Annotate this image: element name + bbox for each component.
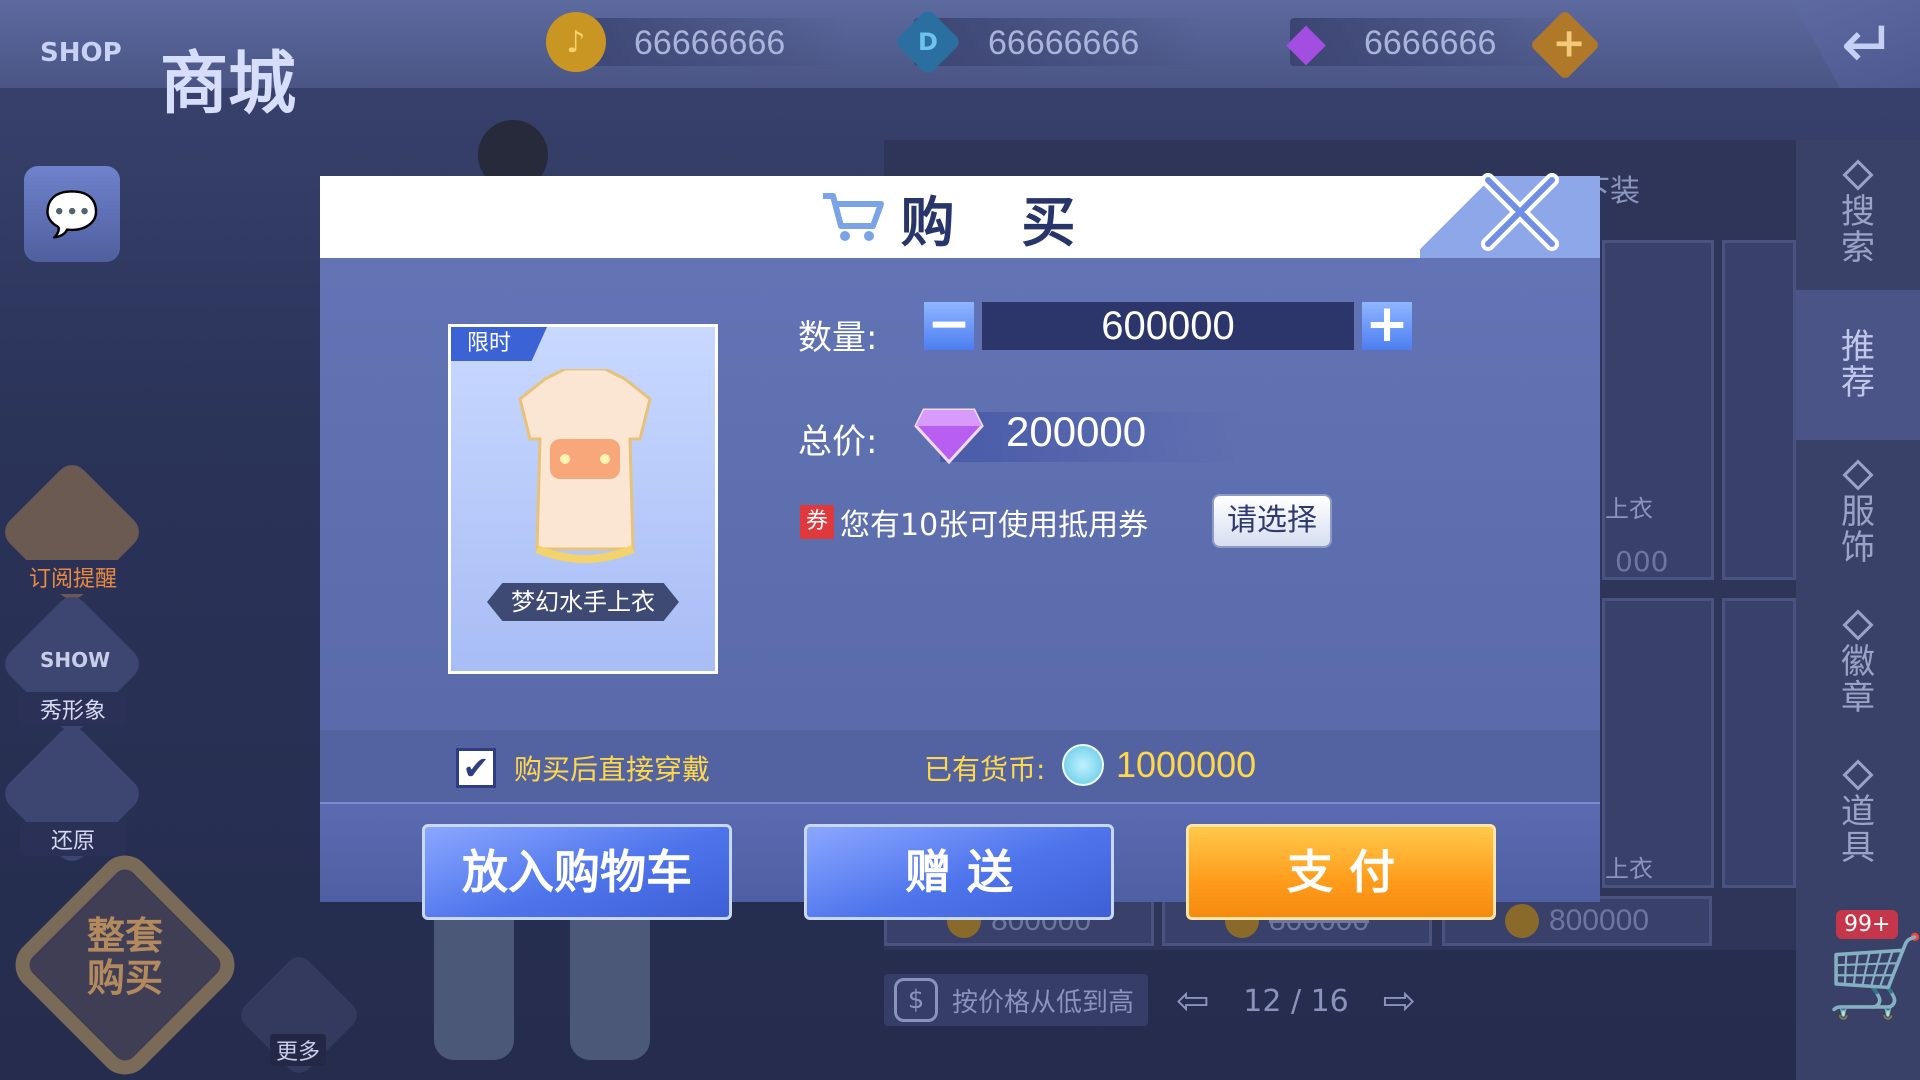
- diamond-amount: 6666666: [1364, 24, 1497, 62]
- close-icon[interactable]: [1470, 162, 1570, 262]
- owned-currency-label: 已有货币:: [924, 753, 1046, 786]
- grid-cell[interactable]: 上衣: [1602, 598, 1714, 888]
- show-label: 秀形象: [20, 692, 126, 726]
- quantity-plus-button[interactable]: +: [1362, 298, 1412, 350]
- diamond-icon: [914, 408, 984, 464]
- add-to-cart-button[interactable]: 放入购物车: [422, 824, 732, 920]
- wear-after-buy-label: 购买后直接穿戴: [514, 753, 711, 786]
- owned-currency-amount: 1000000: [1116, 744, 1257, 785]
- chat-button[interactable]: 💬: [24, 166, 120, 262]
- total-price-value: 200000: [1006, 408, 1147, 455]
- cell-price-partial: 000: [1615, 545, 1669, 578]
- show-icon-text: SHOW: [40, 648, 111, 672]
- grid-cell[interactable]: [1722, 240, 1796, 580]
- plus-icon: +: [1552, 20, 1586, 67]
- sort-button[interactable]: $ 按价格从低到高: [884, 974, 1148, 1026]
- dialog-actions: 放入购物车 赠 送 支 付: [320, 802, 1600, 920]
- quantity-label: 数量:: [798, 318, 878, 358]
- pay-button[interactable]: 支 付: [1186, 824, 1496, 920]
- wear-after-buy-checkbox[interactable]: ✔: [456, 748, 496, 788]
- tab-props[interactable]: 道具: [1796, 740, 1920, 890]
- gold-coin-icon: ♪: [546, 12, 606, 72]
- gold-coin-icon: [1504, 904, 1539, 938]
- pager: ⇦ 12 / 16 ⇨: [1176, 976, 1416, 1026]
- diamond-bullet-icon: [1842, 159, 1874, 191]
- next-page-icon[interactable]: ⇨: [1382, 978, 1416, 1024]
- sailor-top-image: [518, 369, 652, 563]
- shoe-right-image: [570, 900, 650, 1060]
- subscribe-label: 订阅提醒: [20, 560, 126, 594]
- diamond-bullet-icon: [1842, 459, 1874, 491]
- diamond-icon: ◆: [1286, 12, 1326, 72]
- coupon-row: 券 您有10张可使用抵用券: [800, 500, 1148, 544]
- dialog-options: ✔ 购买后直接穿戴 已有货币: 1000000: [320, 730, 1600, 802]
- checkmark-icon: ✔: [462, 749, 490, 787]
- d-coin-amount: 66666666: [988, 24, 1140, 62]
- gift-button[interactable]: 赠 送: [804, 824, 1114, 920]
- tab-clothing[interactable]: 服饰: [1796, 440, 1920, 590]
- currency-gold: ♪ 66666666: [546, 12, 850, 72]
- currency-d: D 66666666: [894, 8, 1204, 76]
- tab-label: 推荐: [1841, 327, 1875, 403]
- diamond-bullet-icon: [1842, 609, 1874, 641]
- owned-currency-icon: [1062, 744, 1104, 786]
- shoe-left-image: [434, 900, 514, 1060]
- tab-label: 徽章: [1841, 642, 1875, 718]
- tab-search[interactable]: 搜索: [1796, 140, 1920, 290]
- choose-coupon-button[interactable]: 请选择: [1212, 494, 1332, 548]
- prev-page-icon[interactable]: ⇦: [1176, 978, 1210, 1024]
- dollar-icon: $: [894, 978, 938, 1022]
- whole-buy-label: 整套购买: [86, 914, 163, 1000]
- quantity-input[interactable]: 600000: [982, 302, 1354, 350]
- page-indicator: 12 / 16: [1243, 983, 1349, 1019]
- price-value: 800000: [1548, 904, 1650, 937]
- back-arrow-icon: ↵: [1840, 6, 1896, 83]
- shopping-cart-icon[interactable]: 🛒: [1826, 930, 1920, 1024]
- diamond-bullet-icon: [1842, 759, 1874, 791]
- item-name: 梦幻水手上衣: [487, 583, 679, 621]
- dialog-header: 购 买: [320, 176, 1600, 258]
- tab-label: 道具: [1841, 792, 1875, 868]
- shop-logo: SHOP 商城: [10, 18, 300, 128]
- quantity-minus-button[interactable]: −: [924, 298, 974, 350]
- cart-count-badge: 99+: [1836, 910, 1899, 939]
- shop-title: 商城: [160, 45, 297, 124]
- item-card: 限时 梦幻水手上衣: [448, 324, 718, 674]
- more-label: 更多: [270, 1034, 327, 1066]
- limited-time-badge: 限时: [451, 327, 547, 361]
- grid-cell[interactable]: 上衣 000: [1602, 240, 1714, 580]
- tab-recommend[interactable]: 推荐: [1796, 290, 1920, 440]
- tab-badges[interactable]: 徽章: [1796, 590, 1920, 740]
- restore-label: 还原: [20, 822, 126, 856]
- grid-cell[interactable]: [1722, 598, 1796, 888]
- coupon-text: 您有10张可使用抵用券: [840, 508, 1149, 543]
- gold-amount: 66666666: [634, 24, 786, 62]
- cell-label: 上衣: [1605, 495, 1653, 523]
- cell-label: 上衣: [1605, 855, 1653, 883]
- cart-icon: [822, 193, 884, 241]
- sort-label: 按价格从低到高: [952, 987, 1135, 1018]
- total-price-label: 总价:: [798, 422, 878, 462]
- dialog-body: 限时 梦幻水手上衣 数量: − 600000 + 总价: 200000 券 您有…: [320, 258, 1600, 730]
- dialog-title-text: 购 买: [900, 190, 1100, 254]
- tab-label: 搜索: [1841, 192, 1875, 268]
- chat-bubble-icon: 💬: [44, 189, 100, 240]
- dialog-title: 购 买: [320, 176, 1600, 258]
- tab-label: 服饰: [1841, 492, 1875, 568]
- coupon-tag-icon: 券: [800, 505, 834, 539]
- shop-logo-text: SHOP: [40, 38, 122, 68]
- purchase-dialog: 购 买 限时 梦幻水手上衣 数量: − 600000 + 总价: 200000 …: [320, 173, 1600, 920]
